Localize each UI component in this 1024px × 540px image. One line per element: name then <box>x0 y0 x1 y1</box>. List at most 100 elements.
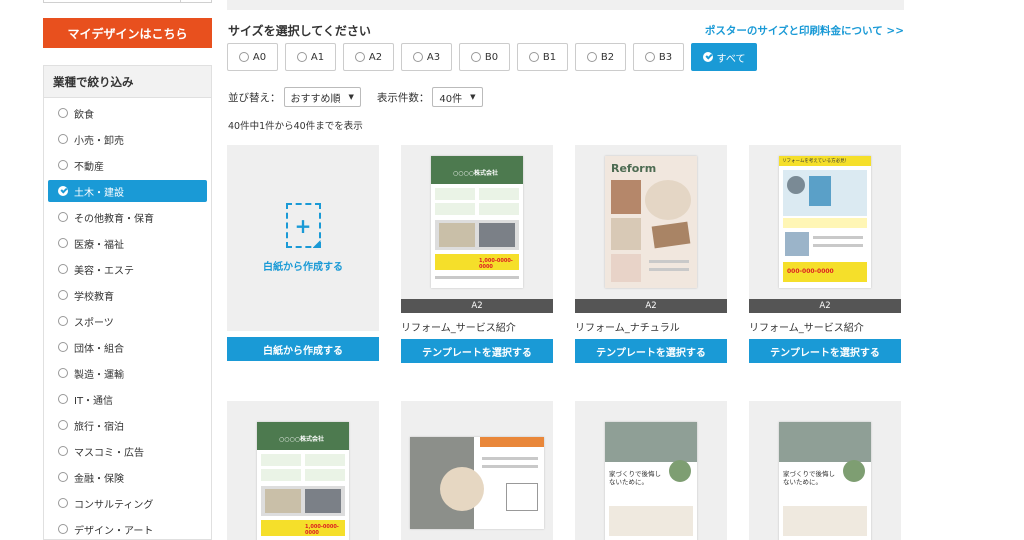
count-select[interactable]: 40件 ▼ <box>432 87 483 107</box>
poster-title: Reform <box>611 162 657 175</box>
poster-preview <box>410 437 544 529</box>
poster-phone: 000-000-0000 <box>787 268 834 275</box>
filter-item[interactable]: その他教育・保育 <box>44 204 211 230</box>
my-design-button[interactable]: マイデザインはこちら <box>43 18 212 48</box>
filter-item-label: その他教育・保育 <box>74 213 154 225</box>
template-card: 家づくりで後悔しないために。 <box>749 401 901 540</box>
size-option-label: B0 <box>484 51 499 63</box>
filter-item-label: 小売・卸売 <box>74 135 124 147</box>
radio-icon <box>644 52 655 62</box>
filter-item[interactable]: 不動産 <box>44 152 211 178</box>
filter-item[interactable]: 小売・卸売 <box>44 126 211 152</box>
search-box-remnant[interactable] <box>43 0 212 3</box>
sort-select[interactable]: おすすめ順 ▼ <box>283 87 361 107</box>
template-thumbnail[interactable]: リフォームを考えている方必見！ 000-000-0000 <box>749 145 901 299</box>
radio-icon <box>58 524 68 534</box>
filter-item[interactable]: 団体・組合 <box>44 334 211 360</box>
poster-preview: ○○○○株式会社 1,000-0000-0000 <box>431 156 523 288</box>
size-option-button[interactable]: B2 <box>575 43 626 71</box>
filter-item-label: コンサルティング <box>74 499 154 511</box>
radio-icon <box>58 420 68 430</box>
size-selector: A0 A1 A2 A3 B0 B1 B2 B3 すべて <box>227 43 757 71</box>
poster-preview: 家づくりで後悔しないために。 <box>779 422 871 540</box>
radio-icon <box>58 290 68 300</box>
filter-item[interactable]: 医療・福祉 <box>44 230 211 256</box>
radio-icon <box>528 52 539 62</box>
filter-item-label: IT・通信 <box>74 395 114 407</box>
template-card: ○○○○株式会社 1,000-0000-0000 <box>227 401 379 540</box>
radio-icon <box>702 52 713 62</box>
filter-item[interactable]: 旅行・宿泊 <box>44 412 211 438</box>
template-card <box>401 401 553 540</box>
filter-item[interactable]: 製造・運輸 <box>44 360 211 386</box>
size-option-button[interactable]: B3 <box>633 43 684 71</box>
radio-icon <box>58 368 68 378</box>
size-option-button[interactable]: すべて <box>691 43 757 71</box>
size-option-label: A1 <box>310 51 325 63</box>
poster-preview: 家づくりで後悔しないために。 <box>605 422 697 540</box>
select-template-button[interactable]: テンプレートを選択する <box>401 339 553 363</box>
size-option-label: A3 <box>426 51 441 63</box>
size-option-button[interactable]: A3 <box>401 43 452 71</box>
select-template-button[interactable]: テンプレートを選択する <box>575 339 727 363</box>
radio-icon <box>58 498 68 508</box>
template-thumbnail[interactable]: Reform <box>575 145 727 299</box>
template-thumbnail[interactable]: ○○○○株式会社 1,000-0000-0000 <box>401 145 553 299</box>
radio-icon <box>58 108 68 118</box>
size-option-label: すべて <box>716 53 746 65</box>
chevron-down-icon: ▼ <box>470 93 476 101</box>
radio-icon <box>586 52 597 62</box>
filter-item[interactable]: 金融・保険 <box>44 464 211 490</box>
radio-icon <box>58 394 68 404</box>
filter-item[interactable]: スポーツ <box>44 308 211 334</box>
blank-thumbnail[interactable]: + 白紙から作成する <box>227 145 379 331</box>
filter-item-label: 医療・福祉 <box>74 239 124 251</box>
radio-icon <box>412 52 423 62</box>
create-blank-button[interactable]: 白紙から作成する <box>227 337 379 361</box>
filter-item[interactable]: IT・通信 <box>44 386 211 412</box>
filter-item-label: 製造・運輸 <box>74 369 124 381</box>
filter-item[interactable]: マスコミ・広告 <box>44 438 211 464</box>
filter-item[interactable]: 飲食 <box>44 100 211 126</box>
size-option-label: B1 <box>542 51 557 63</box>
size-option-button[interactable]: A1 <box>285 43 336 71</box>
poster-title: ○○○○株式会社 <box>453 170 498 177</box>
filter-item[interactable]: 土木・建設 <box>48 180 207 202</box>
radio-icon <box>354 52 365 62</box>
size-option-button[interactable]: A2 <box>343 43 394 71</box>
select-template-button[interactable]: テンプレートを選択する <box>749 339 901 363</box>
radio-icon <box>58 316 68 326</box>
filter-item-label: デザイン・アート <box>74 525 154 537</box>
filter-item[interactable]: 学校教育 <box>44 282 211 308</box>
template-thumbnail[interactable] <box>401 401 553 540</box>
add-page-icon: + <box>285 203 321 248</box>
size-option-button[interactable]: B1 <box>517 43 568 71</box>
radio-icon <box>58 342 68 352</box>
filter-item-label: 金融・保険 <box>74 473 124 485</box>
filter-item[interactable]: コンサルティング <box>44 490 211 516</box>
poster-preview: リフォームを考えている方必見！ 000-000-0000 <box>779 156 871 288</box>
template-thumbnail[interactable]: 家づくりで後悔しないために。 <box>749 401 901 540</box>
size-option-button[interactable]: B0 <box>459 43 510 71</box>
size-option-button[interactable]: A0 <box>227 43 278 71</box>
radio-icon <box>238 52 249 62</box>
template-title: リフォーム_サービス紹介 <box>401 323 516 334</box>
template-card: リフォームを考えている方必見！ 000-000-0000 A2 リフォーム_サー… <box>749 145 901 363</box>
poster-headline: 家づくりで後悔しないために。 <box>783 470 835 487</box>
filter-item[interactable]: 美容・エステ <box>44 256 211 282</box>
size-option-label: A2 <box>368 51 383 63</box>
filter-item-label: 土木・建設 <box>74 187 124 199</box>
sort-label: 並び替え： <box>228 91 281 104</box>
size-heading: サイズを選択してください <box>228 24 371 38</box>
size-tag: A2 <box>575 299 727 313</box>
poster-title: ○○○○株式会社 <box>279 436 324 443</box>
size-price-link[interactable]: ポスターのサイズと印刷料金について >> <box>705 23 904 38</box>
filter-item[interactable]: デザイン・アート <box>44 516 211 540</box>
size-tag: A2 <box>401 299 553 313</box>
template-thumbnail[interactable]: 家づくりで後悔しないために。 <box>575 401 727 540</box>
industry-filter-panel: 業種で絞り込み 飲食 小売・卸売 不動産 土木・建設 その他教育・保育 医療・福祉 美容・エ… <box>43 65 212 540</box>
template-thumbnail[interactable]: ○○○○株式会社 1,000-0000-0000 <box>227 401 379 540</box>
top-band <box>227 0 904 10</box>
radio-icon <box>296 52 307 62</box>
filter-item-label: 団体・組合 <box>74 343 124 355</box>
